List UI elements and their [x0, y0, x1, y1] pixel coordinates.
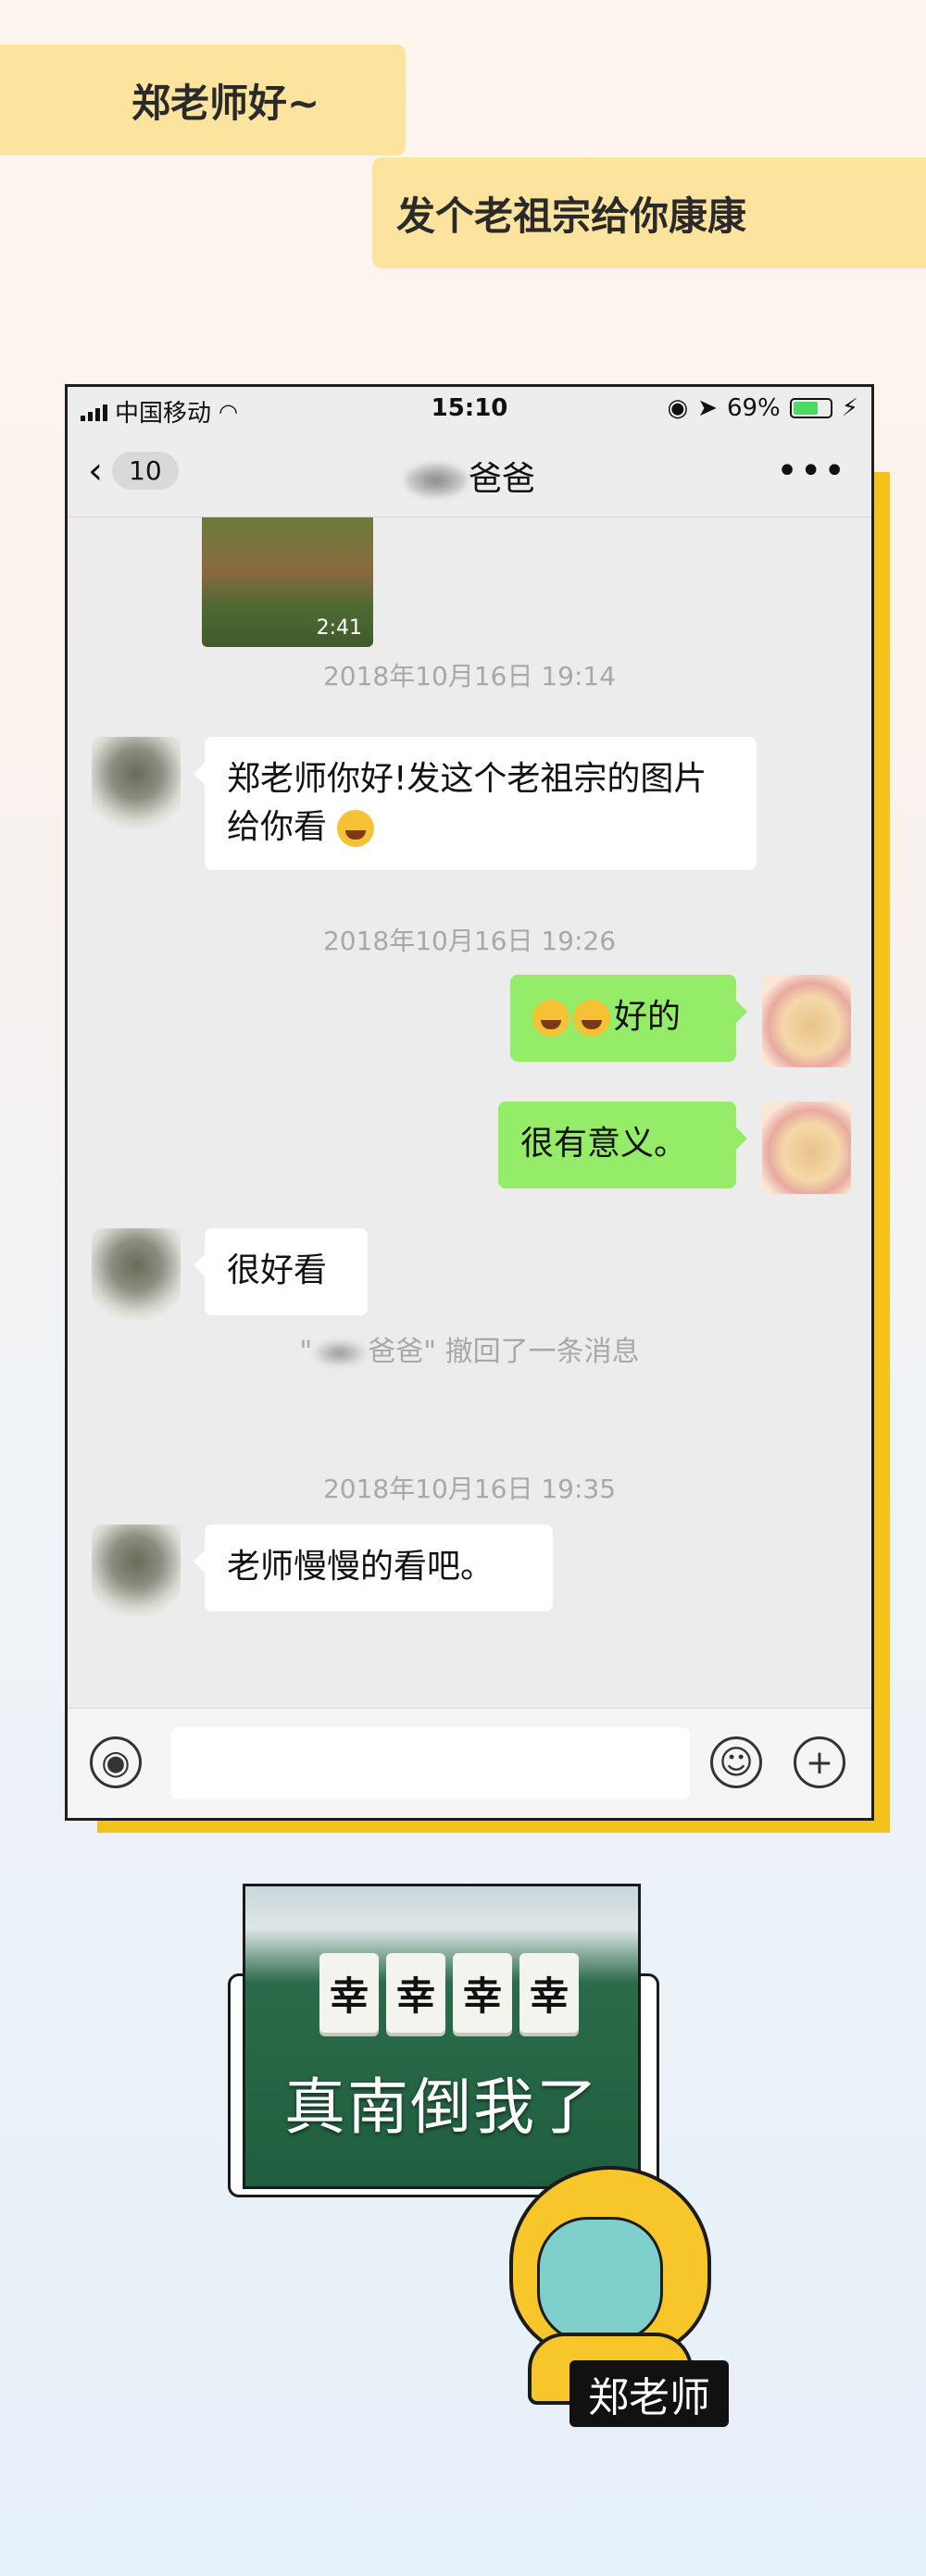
more-options-icon[interactable]: ••• [776, 450, 847, 492]
grin-emoji-icon [573, 1000, 610, 1037]
timestamp: 2018年10月16日 19:26 [322, 926, 617, 956]
grin-emoji-icon [337, 810, 375, 848]
recall-notice: " 爸爸" 撤回了一条消息 [68, 1328, 871, 1369]
message-text: 很好看 [227, 1251, 328, 1289]
recall-quote: " [299, 1336, 313, 1368]
video-duration: 2:41 [316, 616, 362, 640]
message-bubble-out[interactable]: 好的 [510, 975, 747, 1062]
lock-rotation-icon: ◉ [667, 394, 689, 422]
mahjong-tile: 幸 [386, 1953, 445, 2033]
chat-header: ‹ 10 爸爸 ••• [68, 431, 871, 517]
subtitle-text: 发个老祖宗给你康康 [396, 193, 747, 239]
battery-fill [793, 402, 818, 415]
battery-percent: 69% [726, 394, 781, 422]
avatar-contact[interactable] [92, 737, 181, 829]
message-input[interactable] [171, 1727, 690, 1799]
video-message[interactable]: 2:41 [202, 517, 373, 647]
recall-text: 爸爸" 撤回了一条消息 [368, 1336, 640, 1368]
avatar-self[interactable] [762, 1101, 851, 1194]
timestamp: 2018年10月16日 19:35 [322, 1474, 617, 1504]
location-icon: ➤ [697, 394, 718, 422]
emoji-icon[interactable]: ☺ [710, 1736, 762, 1788]
battery-icon [789, 398, 832, 418]
mahjong-tile: 幸 [453, 1953, 512, 2033]
phone-screenshot: 中国移动 ◠ 15:10 ◉ ➤ 69% ⚡ ‹ 10 爸爸 ••• 2:41 … [65, 384, 874, 1821]
status-bar: 中国移动 ◠ 15:10 ◉ ➤ 69% ⚡ [68, 387, 871, 431]
mahjong-tile: 幸 [519, 1953, 579, 2033]
avatar-contact[interactable] [92, 1524, 181, 1617]
timestamp: 2018年10月16日 19:14 [322, 661, 617, 691]
grin-emoji-icon [532, 1000, 569, 1037]
message-text: 好的 [614, 998, 682, 1036]
chat-title-text: 爸爸 [468, 460, 535, 498]
message-text: 郑老师你好!发这个老祖宗的图片给你看 [227, 760, 707, 847]
message-bubble-in[interactable]: 老师慢慢的看吧。 [194, 1524, 553, 1612]
greeting-text: 郑老师好~ [131, 80, 320, 126]
input-bar: ◉ ☺ + [68, 1708, 871, 1818]
voice-icon[interactable]: ◉ [90, 1736, 142, 1788]
name-tag: 郑老师 [569, 2360, 729, 2427]
blurred-name [403, 463, 469, 498]
message-list[interactable]: 2:41 2018年10月16日 19:14 郑老师你好!发这个老祖宗的图片给你… [68, 517, 871, 1711]
avatar-self[interactable] [762, 975, 851, 1067]
chat-title: 爸爸 [68, 452, 871, 500]
message-bubble-out[interactable]: 很有意义。 [498, 1101, 747, 1188]
message-bubble-in[interactable]: 很好看 [194, 1228, 368, 1315]
message-text: 很有意义。 [520, 1125, 688, 1163]
message-bubble-in[interactable]: 郑老师你好!发这个老祖宗的图片给你看 [194, 737, 757, 871]
mahjong-tile: 幸 [319, 1953, 379, 2033]
subtitle-banner: 发个老祖宗给你康康 [372, 157, 926, 268]
mascot-face [537, 2217, 663, 2343]
charging-icon: ⚡ [841, 394, 858, 422]
greeting-banner: 郑老师好~ [0, 44, 406, 156]
mascot-illustration [491, 2129, 732, 2405]
blurred-name [312, 1338, 369, 1367]
mahjong-tiles: 幸 幸 幸 幸 [319, 1953, 579, 2033]
plus-icon[interactable]: + [794, 1736, 845, 1788]
message-text: 老师慢慢的看吧。 [227, 1548, 494, 1586]
avatar-contact[interactable] [92, 1228, 181, 1321]
